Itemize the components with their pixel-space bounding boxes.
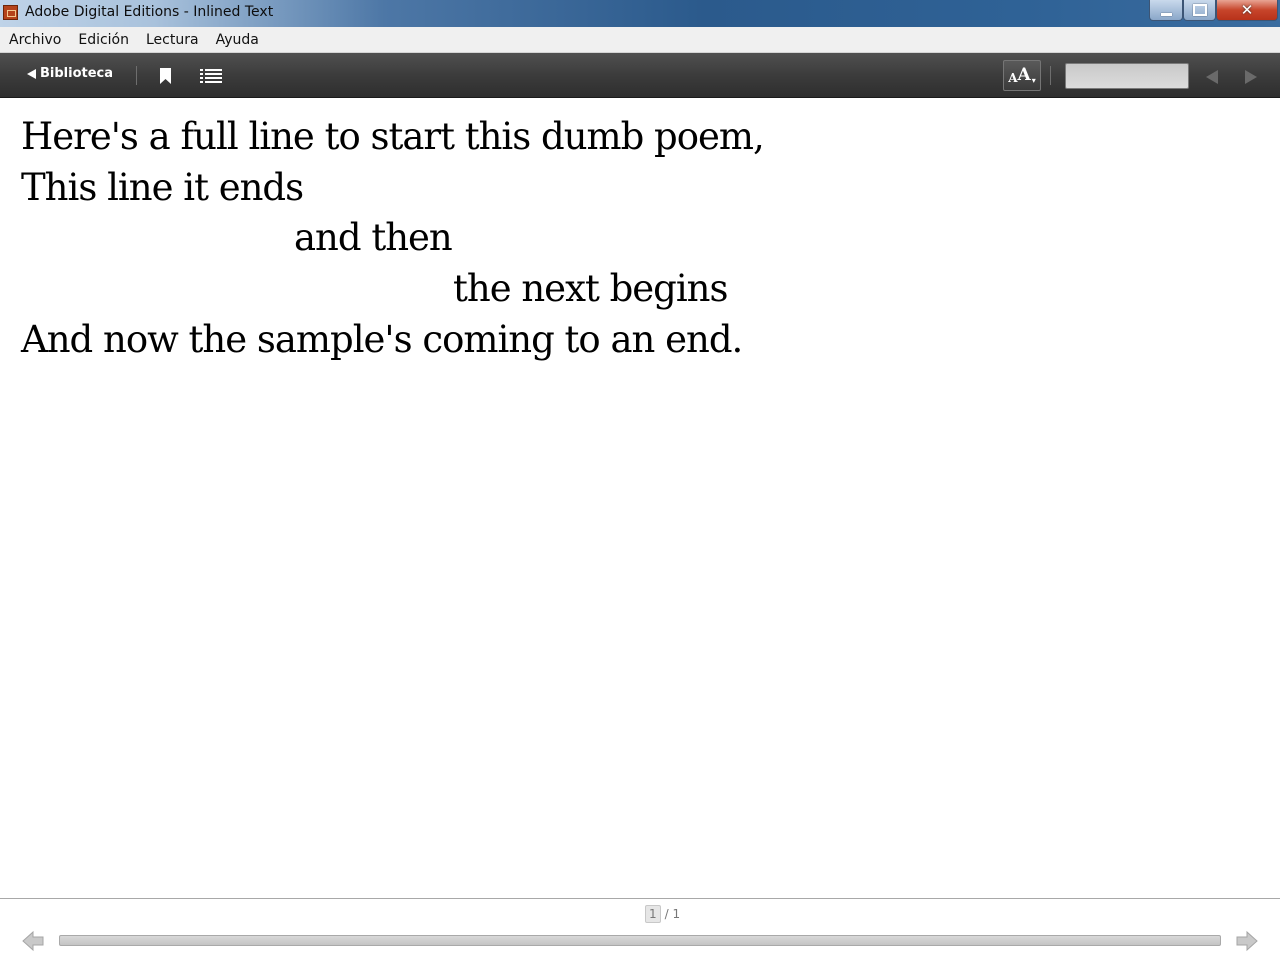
page-total: / 1 bbox=[664, 907, 681, 921]
poem-line-3: and then bbox=[294, 216, 453, 259]
adobe-digital-editions-app-icon[interactable] bbox=[3, 5, 18, 20]
window-title-bar: Adobe Digital Editions - Inlined Text ✕ bbox=[0, 0, 1280, 27]
window-title: Adobe Digital Editions - Inlined Text bbox=[25, 4, 274, 20]
library-label: Biblioteca bbox=[40, 66, 114, 81]
library-button[interactable]: Biblioteca bbox=[27, 66, 113, 81]
menu-lectura[interactable]: Lectura bbox=[138, 32, 207, 48]
menu-bar: Archivo Edición Lectura Ayuda bbox=[0, 27, 1280, 53]
menu-edicion[interactable]: Edición bbox=[70, 32, 137, 48]
minimize-button[interactable] bbox=[1149, 0, 1183, 21]
reader-toolbar: Biblioteca A A ▾ bbox=[0, 53, 1280, 98]
page-indicator: 1 / 1 bbox=[645, 905, 680, 923]
close-button[interactable]: ✕ bbox=[1216, 0, 1278, 21]
menu-ayuda[interactable]: Ayuda bbox=[208, 32, 267, 48]
font-size-button[interactable]: A A ▾ bbox=[1003, 60, 1041, 91]
page-scrollbar[interactable] bbox=[59, 935, 1221, 946]
toolbar-divider bbox=[136, 66, 137, 85]
search-input[interactable] bbox=[1065, 63, 1189, 89]
bookmark-icon[interactable] bbox=[160, 68, 171, 84]
poem-line-2: This line it ends bbox=[21, 166, 304, 209]
page-navigation-bar: 1 / 1 bbox=[0, 898, 1280, 960]
font-size-icon: A bbox=[1017, 65, 1031, 85]
reading-pane: Here's a full line to start this dumb po… bbox=[0, 98, 1280, 898]
chevron-down-icon: ▾ bbox=[1031, 75, 1036, 85]
poem-line-1: Here's a full line to start this dumb po… bbox=[21, 115, 765, 158]
previous-page-icon[interactable] bbox=[22, 930, 44, 952]
poem-line-4: the next begins bbox=[453, 267, 728, 310]
next-result-icon[interactable] bbox=[1245, 70, 1257, 84]
current-page-field[interactable]: 1 bbox=[645, 905, 661, 923]
font-size-icon-small: A bbox=[1008, 71, 1018, 85]
menu-archivo[interactable]: Archivo bbox=[1, 32, 69, 48]
previous-result-icon[interactable] bbox=[1206, 70, 1218, 84]
back-triangle-icon bbox=[27, 68, 36, 79]
table-of-contents-icon[interactable] bbox=[200, 69, 222, 83]
minimize-icon bbox=[1160, 12, 1172, 16]
restore-icon bbox=[1192, 4, 1207, 16]
toolbar-divider bbox=[1050, 66, 1051, 85]
restore-button[interactable] bbox=[1183, 0, 1216, 21]
poem-line-5: And now the sample's coming to an end. bbox=[21, 318, 743, 361]
next-page-icon[interactable] bbox=[1236, 930, 1258, 952]
close-icon: ✕ bbox=[1240, 0, 1254, 19]
